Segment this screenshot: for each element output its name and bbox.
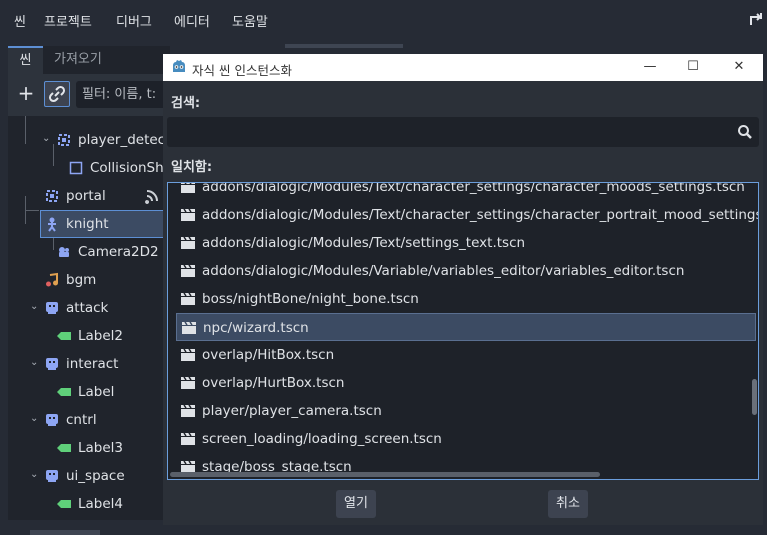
tree-node-cntrl[interactable]: ⌄ cntrl: [8, 406, 170, 434]
list-item[interactable]: overlap/HurtBox.tscn: [176, 369, 756, 397]
area-icon: [46, 190, 58, 202]
cancel-button[interactable]: 취소: [548, 490, 588, 518]
menu-scene[interactable]: 씬: [14, 11, 26, 30]
list-item[interactable]: overlap/HitBox.tscn: [176, 341, 756, 369]
instance-child-scene-dialog: 자식 씬 인스턴스화 — ☐ ✕ 검색: 일치함: addons/dialogi…: [163, 54, 763, 525]
collapse-arrow-icon[interactable]: ⌄: [30, 358, 40, 368]
add-node-button[interactable]: +: [14, 82, 38, 106]
menubar: 씬 프로젝트 디버그 에디터 도움말: [0, 0, 767, 40]
list-item[interactable]: screen_loading/loading_screen.tscn: [176, 425, 756, 453]
scene-file-icon: [182, 322, 196, 334]
scene-file-icon: [181, 237, 195, 249]
collapse-arrow-icon[interactable]: ⌄: [42, 134, 52, 144]
list-item[interactable]: addons/dialogic/Modules/Text/character_s…: [176, 183, 756, 201]
scene-file-icon: [181, 293, 195, 305]
tree-node-collision-shape[interactable]: CollisionSh: [8, 154, 170, 182]
collapse-arrow-icon[interactable]: ⌄: [30, 470, 40, 480]
tree-node-bgm[interactable]: bgm: [8, 266, 170, 294]
label-icon: [57, 388, 71, 396]
bottom-tab-indicator: [30, 530, 100, 535]
label-icon: [57, 500, 71, 508]
tree-node-portal[interactable]: portal: [8, 182, 170, 210]
tree-guide: [25, 210, 39, 211]
tree-node-attack[interactable]: ⌄ attack: [8, 294, 170, 322]
canvas-layer-icon: [46, 414, 58, 426]
label-icon: [57, 332, 71, 340]
scene-file-icon: [181, 265, 195, 277]
vertical-scrollbar[interactable]: [752, 379, 757, 415]
character-icon: [48, 217, 56, 232]
tree-node-label[interactable]: Label: [8, 378, 170, 406]
canvas-layer-icon: [46, 470, 58, 482]
tree-node-player-detect[interactable]: ⌄ player_detect: [8, 126, 170, 154]
close-button[interactable]: ✕: [730, 58, 748, 76]
scene-file-icon: [181, 349, 195, 361]
matches-list[interactable]: addons/dialogic/Modules/Text/character_s…: [167, 182, 759, 480]
godot-icon: [173, 60, 185, 72]
list-item[interactable]: addons/dialogic/Modules/Text/character_s…: [176, 201, 758, 229]
instance-scene-button[interactable]: [44, 81, 70, 107]
node-filter-input[interactable]: 필터: 이름, t:: [76, 81, 176, 108]
list-item[interactable]: player/player_camera.tscn: [176, 397, 756, 425]
scene-toolbar: + 필터: 이름, t:: [8, 74, 176, 116]
renderer-switch-icon[interactable]: [748, 11, 764, 27]
audio-icon: [46, 272, 58, 287]
collapse-arrow-icon[interactable]: ⌄: [30, 414, 40, 424]
menu-debug[interactable]: 디버그: [116, 11, 152, 30]
tab-import[interactable]: 가져오기: [54, 46, 102, 74]
matches-label: 일치함:: [171, 160, 213, 175]
scene-file-icon: [181, 377, 195, 389]
collapse-arrow-icon[interactable]: ⌄: [30, 302, 40, 312]
canvas-layer-icon: [46, 302, 58, 314]
dialog-title: 자식 씬 인스턴스화: [192, 63, 292, 78]
canvas-layer-icon: [46, 358, 58, 370]
collision-shape-icon: [69, 161, 83, 175]
tree-node-label4[interactable]: Label4: [8, 490, 170, 518]
tab-indicator: [285, 44, 403, 48]
list-item-selected[interactable]: npc/wizard.tscn: [176, 313, 756, 341]
list-item[interactable]: addons/dialogic/Modules/Text/settings_te…: [176, 229, 756, 257]
dock-tabs: 씬 가져오기: [8, 46, 170, 74]
search-icon: [738, 125, 752, 139]
dialog-titlebar[interactable]: 자식 씬 인스턴스화 — ☐ ✕: [163, 54, 763, 81]
tree-node-label3[interactable]: Label3: [8, 434, 170, 462]
scene-file-icon: [181, 405, 195, 417]
camera-icon: [59, 247, 69, 257]
list-item[interactable]: boss/nightBone/night_bone.tscn: [176, 285, 756, 313]
menu-help[interactable]: 도움말: [232, 11, 268, 30]
search-input[interactable]: [167, 117, 759, 147]
tree-node-label2[interactable]: Label2: [8, 322, 170, 350]
tree-node-interact[interactable]: ⌄ interact: [8, 350, 170, 378]
menu-project[interactable]: 프로젝트: [44, 11, 92, 30]
menu-editor[interactable]: 에디터: [174, 11, 210, 30]
tree-node-knight[interactable]: knight: [40, 210, 170, 238]
open-button[interactable]: 열기: [336, 490, 376, 518]
tab-scene[interactable]: 씬: [8, 46, 43, 74]
search-label: 검색:: [171, 96, 201, 111]
minimize-button[interactable]: —: [641, 58, 659, 76]
maximize-button[interactable]: ☐: [684, 58, 702, 76]
area-icon: [58, 134, 70, 146]
link-icon: [48, 85, 66, 103]
horizontal-scrollbar[interactable]: [170, 472, 600, 477]
scene-dock: 씬 가져오기 + 필터: 이름, t: ⌄ player_detect Coll…: [8, 46, 176, 520]
scene-file-icon: [181, 209, 195, 221]
tree-node-camera2d2[interactable]: Camera2D2: [8, 238, 170, 266]
scene-file-icon: [181, 183, 195, 193]
list-item[interactable]: addons/dialogic/Modules/Variable/variabl…: [176, 257, 756, 285]
label-icon: [57, 444, 71, 452]
scene-tree: ⌄ player_detect CollisionSh portal knigh…: [8, 116, 170, 520]
scene-file-icon: [181, 433, 195, 445]
tree-node-ui-space[interactable]: ⌄ ui_space: [8, 462, 170, 490]
signal-icon[interactable]: [144, 188, 160, 204]
